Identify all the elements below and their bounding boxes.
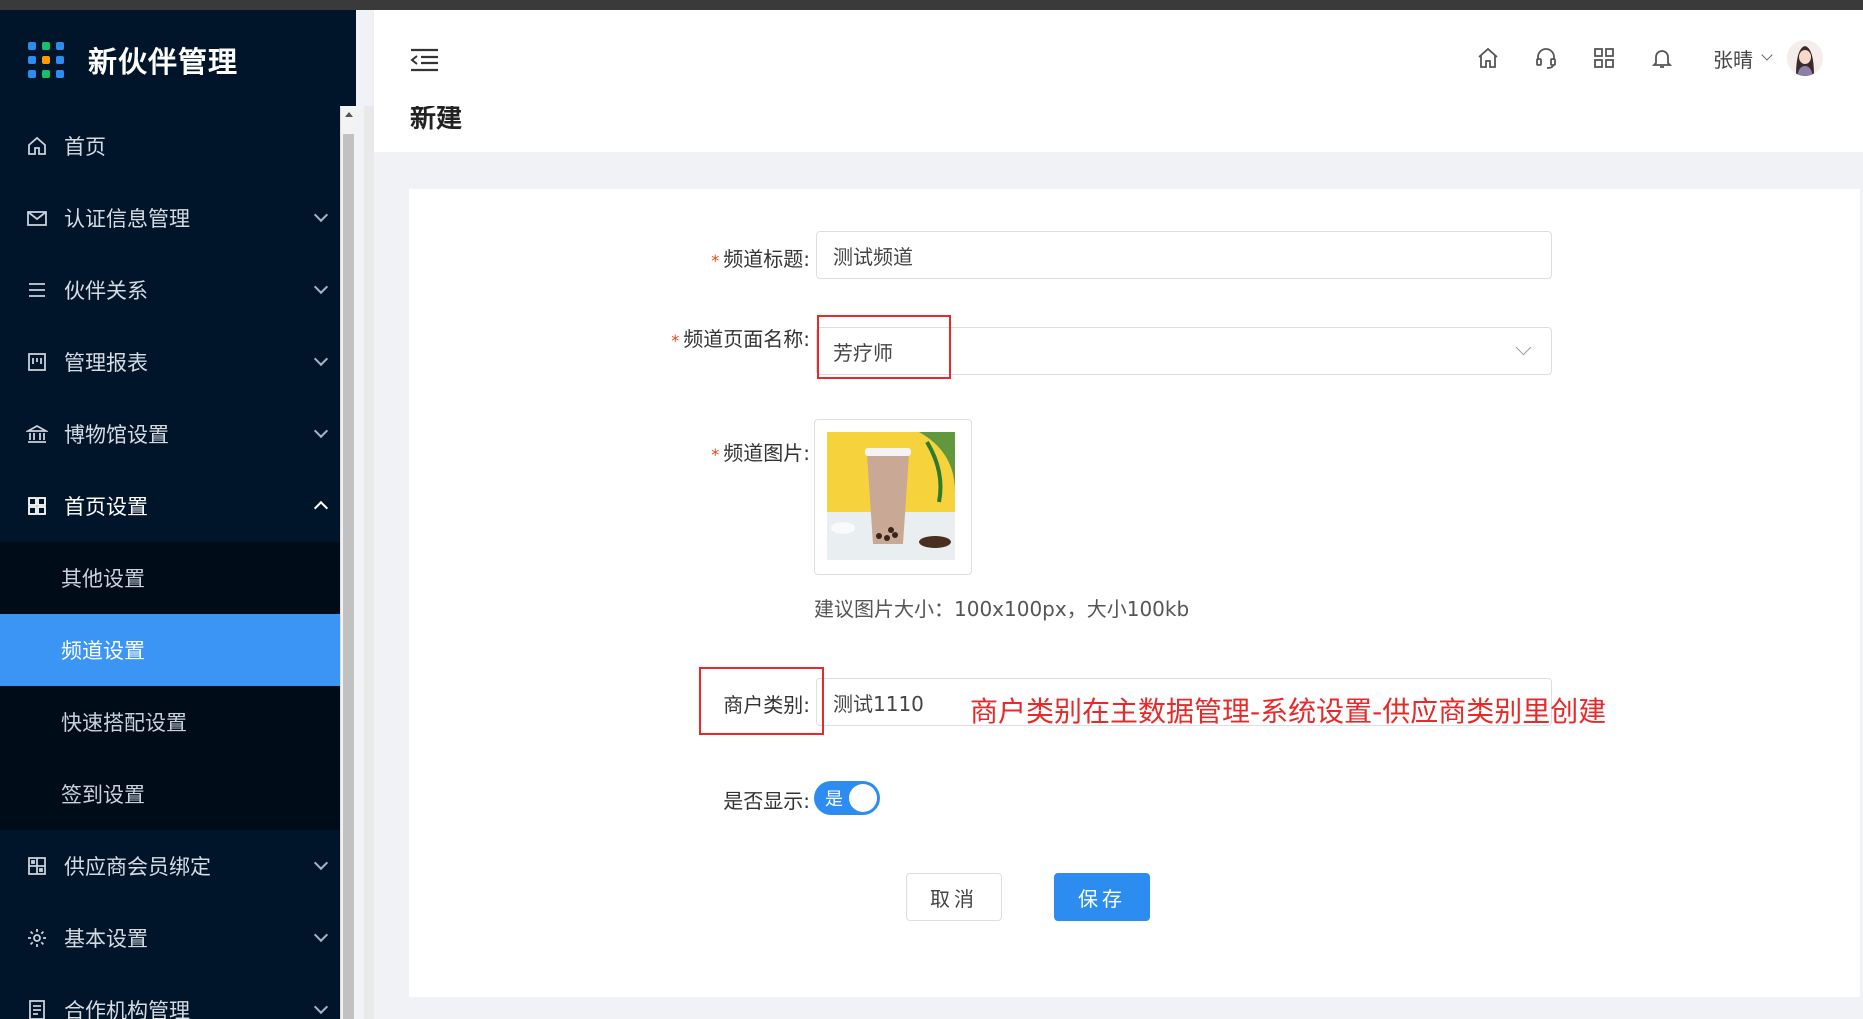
grid-icon (26, 495, 48, 517)
sidebar-item-partner-orgs[interactable]: 合作机构管理 (0, 974, 356, 1019)
sidebar-item-reports[interactable]: 管理报表 (0, 326, 356, 398)
label-text: 频道标题: (723, 247, 810, 271)
required-mark: * (671, 331, 680, 350)
submenu-item-label: 快速搭配设置 (61, 711, 187, 735)
page-title: 新建 (410, 106, 463, 134)
browser-top-strip (0, 0, 1863, 10)
sidebar-item-partners[interactable]: 伙伴关系 (0, 254, 356, 326)
sidebar-item-label: 认证信息管理 (64, 207, 190, 231)
sidebar-item-label: 供应商会员绑定 (64, 855, 211, 879)
sidebar-item-label: 首页设置 (64, 495, 148, 519)
label-text: 频道页面名称: (683, 327, 810, 351)
sidebar-item-home[interactable]: 首页 (0, 110, 356, 182)
sidebar-item-auth[interactable]: 认证信息管理 (0, 182, 356, 254)
sidebar-item-label: 首页 (64, 135, 106, 159)
toggle-text: 是 (825, 789, 843, 810)
submenu-item-label: 其他设置 (61, 567, 145, 591)
submenu-item-quick-match[interactable]: 快速搭配设置 (0, 686, 356, 758)
cancel-button[interactable]: 取消 (906, 873, 1002, 921)
user-name[interactable]: 张晴 (1713, 44, 1753, 73)
label-text: 频道图片: (723, 441, 810, 465)
sidebar-item-supplier-binding[interactable]: 供应商会员绑定 (0, 830, 356, 902)
sidebar-item-label: 基本设置 (64, 927, 148, 951)
annotation-text: 商户类别在主数据管理-系统设置-供应商类别里创建 (970, 695, 1607, 728)
bell-icon[interactable] (1649, 45, 1675, 71)
form-card: * 频道标题: 测试频道 * 频道页面名称: 芳疗师 * 频道图片: 建议图片大小： (409, 189, 1860, 997)
page-title-bar: 新建 (374, 106, 1863, 152)
highlight-box-merchant-type (699, 667, 824, 735)
document-icon (26, 999, 48, 1019)
show-toggle[interactable]: 是 (814, 781, 880, 815)
chevron-down-icon[interactable] (1761, 49, 1773, 61)
submenu-home-settings: 其他设置 频道设置 快速搭配设置 签到设置 (0, 542, 356, 830)
app-title: 新伙伴管理 (88, 45, 239, 79)
chevron-down-icon (313, 855, 329, 871)
sidebar-item-label: 伙伴关系 (64, 279, 148, 303)
sidebar-item-basic-settings[interactable]: 基本设置 (0, 902, 356, 974)
scrollbar-thumb[interactable] (343, 134, 354, 1019)
logo[interactable]: 新伙伴管理 (0, 10, 356, 110)
image-upload[interactable] (814, 419, 972, 575)
chevron-down-icon (313, 207, 329, 223)
required-mark: * (711, 445, 720, 464)
chevron-down-icon (1515, 339, 1532, 356)
sidebar-item-label: 博物馆设置 (64, 423, 169, 447)
highlight-box-page-name (817, 315, 951, 379)
page-name-label: * 频道页面名称: (671, 323, 810, 352)
museum-icon (26, 423, 48, 445)
sidebar-item-label: 合作机构管理 (64, 999, 190, 1019)
submenu-item-label: 频道设置 (61, 639, 145, 663)
submenu-item-channel-settings[interactable]: 频道设置 (0, 614, 356, 686)
chevron-up-icon (313, 500, 329, 516)
submenu-item-other-settings[interactable]: 其他设置 (0, 542, 356, 614)
header-actions: 张晴 (1443, 10, 1823, 106)
chevron-down-icon (313, 999, 329, 1015)
qr-icon (26, 855, 48, 877)
toggle-knob (849, 784, 877, 812)
channel-image-label: * 频道图片: (711, 437, 810, 466)
submenu-item-label: 签到设置 (61, 783, 145, 807)
image-size-hint: 建议图片大小：100x100px，大小100kb (814, 597, 1190, 621)
sidebar-menu: 首页 认证信息管理 伙伴关系 管理报表 博物馆设置 首页设置 其他设置 频道设置… (0, 110, 356, 1019)
chevron-down-icon (313, 423, 329, 439)
chevron-down-icon (313, 279, 329, 295)
channel-title-input[interactable]: 测试频道 (816, 231, 1552, 279)
logo-grid-icon (28, 42, 64, 78)
chevron-down-icon (313, 927, 329, 943)
save-button[interactable]: 保存 (1054, 873, 1150, 921)
home-icon[interactable] (1475, 45, 1501, 71)
home-icon (26, 135, 48, 157)
sidebar: 新伙伴管理 首页 认证信息管理 伙伴关系 管理报表 博物馆设置 首页设置 其他设… (0, 10, 356, 1019)
submenu-item-signin[interactable]: 签到设置 (0, 758, 356, 830)
sidebar-item-home-settings[interactable]: 首页设置 (0, 470, 356, 542)
apps-icon[interactable] (1591, 45, 1617, 71)
scroll-up-arrow-icon[interactable] (345, 112, 353, 117)
headset-icon[interactable] (1533, 45, 1559, 71)
sidebar-item-label: 管理报表 (64, 351, 148, 375)
gear-icon (26, 927, 48, 949)
channel-title-label: * 频道标题: (711, 243, 810, 272)
sidebar-scrollbar[interactable] (340, 106, 356, 1019)
top-header: 张晴 (374, 10, 1863, 106)
mail-icon (26, 207, 48, 229)
chevron-down-icon (313, 351, 329, 367)
avatar[interactable] (1787, 40, 1823, 76)
board-icon (26, 351, 48, 373)
list-icon (26, 279, 48, 301)
channel-image-thumbnail[interactable] (827, 432, 955, 560)
content-scroll-gutter (364, 106, 374, 1019)
required-mark: * (711, 251, 720, 270)
label-text: 是否显示: (723, 789, 810, 813)
show-label: 是否显示: (723, 785, 810, 814)
menu-fold-icon[interactable] (410, 48, 440, 72)
sidebar-item-museum[interactable]: 博物馆设置 (0, 398, 356, 470)
